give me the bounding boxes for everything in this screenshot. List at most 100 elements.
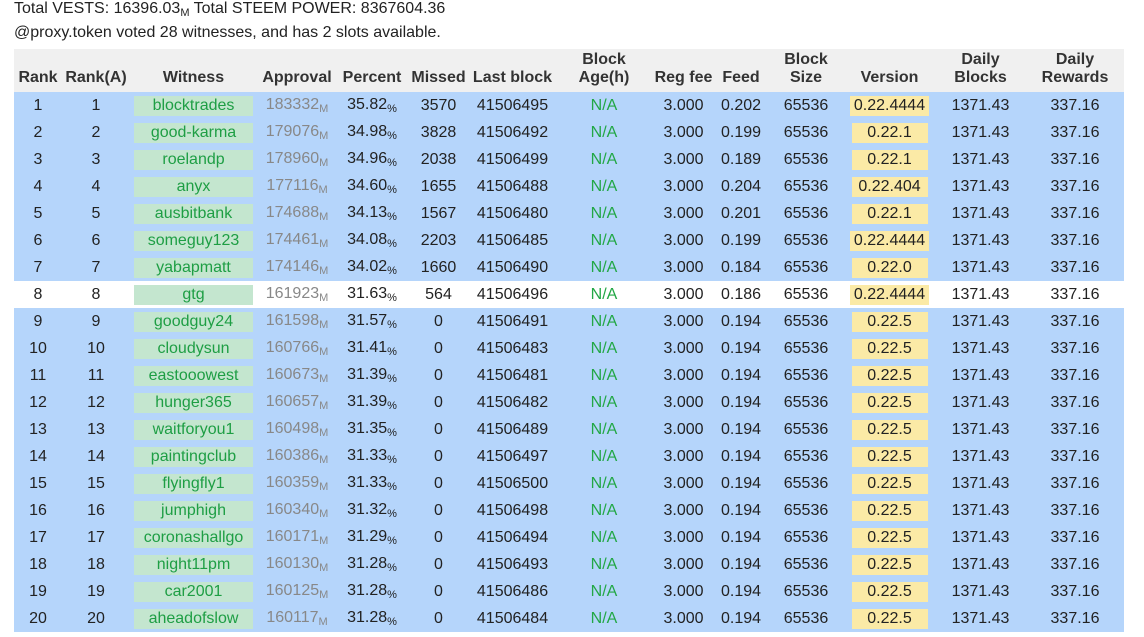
header-version[interactable]: Version bbox=[844, 49, 935, 92]
feed-cell: 0.194 bbox=[720, 447, 762, 465]
percent-unit: % bbox=[387, 211, 397, 223]
percent-unit: % bbox=[387, 481, 397, 493]
version-cell: 0.22.5 bbox=[844, 443, 935, 470]
header-last-block[interactable]: Last block bbox=[470, 49, 555, 92]
witness-name-link[interactable]: yabapmatt bbox=[134, 257, 253, 278]
reg-fee-cell: 3.000 bbox=[663, 231, 704, 249]
witness-name-link[interactable]: goodguy24 bbox=[134, 311, 253, 332]
feed-cell: 0.194 bbox=[720, 528, 762, 546]
witness-name-link[interactable]: flyingfly1 bbox=[134, 473, 253, 494]
block-age-cell: N/A bbox=[590, 123, 618, 141]
table-row: 8 8 gtg 161923M 31.63% 564 41506496 N/A 3.000 0.1… bbox=[14, 281, 1124, 308]
version-badge: 0.22.5 bbox=[851, 581, 928, 602]
table-body: 1 1 blocktrades 183332M 35.82% 3570 41506495 N/… bbox=[14, 92, 1124, 632]
daily-rewards-cell: 337.16 bbox=[1050, 231, 1100, 249]
witness-name-link[interactable]: car2001 bbox=[134, 581, 253, 602]
witness-name-link[interactable]: cloudysun bbox=[134, 338, 253, 359]
rank-cell: 4 bbox=[33, 177, 43, 195]
table-row: 9 9 goodguy24 161598M 31.57% 0 41506491 N/A 3.00… bbox=[14, 308, 1124, 335]
table-row: 3 3 roelandp 178960M 34.96% 2038 41506499 N/A 3.… bbox=[14, 146, 1124, 173]
witness-name-link[interactable]: aheadofslow bbox=[134, 608, 253, 629]
header-rank[interactable]: Rank bbox=[14, 49, 62, 92]
daily-rewards-cell: 337.16 bbox=[1050, 555, 1100, 573]
block-size-cell: 65536 bbox=[783, 204, 829, 222]
rank-cell: 6 bbox=[33, 231, 43, 249]
header-block-age[interactable]: Block Age(h) bbox=[555, 49, 653, 92]
rank-a-cell: 7 bbox=[91, 258, 101, 276]
percent-cell: 31.28% bbox=[337, 605, 407, 632]
approval-value: 179076 bbox=[265, 123, 320, 140]
witness-name-link[interactable]: night11pm bbox=[134, 554, 253, 575]
percent-unit: % bbox=[387, 184, 397, 196]
feed-cell: 0.194 bbox=[720, 501, 762, 519]
witness-name-link[interactable]: hunger365 bbox=[134, 392, 253, 413]
header-rank-a[interactable]: Rank(A) bbox=[62, 49, 130, 92]
witness-name-link[interactable]: jumphigh bbox=[134, 500, 253, 521]
approval-cell: 160657M bbox=[257, 389, 337, 416]
approval-value: 183332 bbox=[265, 96, 320, 113]
rank-a-cell: 15 bbox=[87, 474, 105, 492]
approval-cell: 161598M bbox=[257, 308, 337, 335]
witness-name-link[interactable]: good-karma bbox=[134, 122, 253, 143]
witness-name-link[interactable]: blocktrades bbox=[134, 95, 253, 116]
table-row: 2 2 good-karma 179076M 34.98% 3828 41506492 N/A… bbox=[14, 119, 1124, 146]
block-size-cell: 65536 bbox=[783, 393, 829, 411]
rank-a-cell: 9 bbox=[91, 312, 101, 330]
feed-cell: 0.202 bbox=[720, 96, 762, 114]
approval-cell: 177116M bbox=[257, 173, 337, 200]
approval-unit: M bbox=[319, 238, 329, 250]
witness-cell: paintingclub bbox=[130, 443, 257, 470]
percent-unit: % bbox=[387, 292, 397, 304]
version-badge: 0.22.5 bbox=[851, 446, 928, 467]
daily-rewards-cell: 337.16 bbox=[1050, 285, 1100, 303]
daily-blocks-cell: 1371.43 bbox=[951, 204, 1010, 222]
missed-cell: 0 bbox=[434, 501, 443, 519]
daily-rewards-cell: 337.16 bbox=[1050, 393, 1100, 411]
block-age-cell: N/A bbox=[590, 231, 618, 249]
rank-a-cell: 2 bbox=[91, 123, 101, 141]
witness-name-link[interactable]: ausbitbank bbox=[134, 203, 253, 224]
table-row: 16 16 jumphigh 160340M 31.32% 0 41506498 N/A 3.0… bbox=[14, 497, 1124, 524]
witness-name-link[interactable]: coronashallgo bbox=[134, 527, 253, 548]
header-reg-fee[interactable]: Reg fee bbox=[653, 49, 714, 92]
percent-unit: % bbox=[387, 427, 397, 439]
version-badge: 0.22.5 bbox=[851, 365, 928, 386]
witness-name-link[interactable]: eastooowest bbox=[134, 365, 253, 386]
header-daily-rewards[interactable]: Daily Rewards bbox=[1026, 49, 1124, 92]
witness-name-link[interactable]: paintingclub bbox=[134, 446, 253, 467]
feed-cell: 0.204 bbox=[720, 177, 762, 195]
reg-fee-cell: 3.000 bbox=[663, 312, 704, 330]
version-cell: 0.22.5 bbox=[844, 497, 935, 524]
approval-value: 177116 bbox=[266, 177, 319, 194]
witness-name-link[interactable]: someguy123 bbox=[134, 230, 253, 251]
approval-cell: 174461M bbox=[257, 227, 337, 254]
header-percent[interactable]: Percent bbox=[337, 49, 407, 92]
percent-value: 31.41 bbox=[347, 339, 388, 356]
witness-name-link[interactable]: waitforyou1 bbox=[134, 419, 253, 440]
header-missed[interactable]: Missed bbox=[407, 49, 470, 92]
table-row: 19 19 car2001 160125M 31.28% 0 41506486 N/A 3.00… bbox=[14, 578, 1124, 605]
header-block-size[interactable]: Block Size bbox=[768, 49, 844, 92]
block-size-cell: 65536 bbox=[783, 96, 829, 114]
missed-cell: 0 bbox=[434, 609, 443, 627]
witness-cell: goodguy24 bbox=[130, 308, 257, 335]
block-age-cell: N/A bbox=[590, 393, 618, 411]
header-feed[interactable]: Feed bbox=[714, 49, 768, 92]
feed-cell: 0.194 bbox=[720, 474, 762, 492]
percent-cell: 34.02% bbox=[337, 254, 407, 281]
version-badge: 0.22.5 bbox=[851, 500, 928, 521]
block-size-cell: 65536 bbox=[783, 609, 829, 627]
daily-blocks-cell: 1371.43 bbox=[951, 285, 1010, 303]
header-witness[interactable]: Witness bbox=[130, 49, 257, 92]
witness-name-link[interactable]: roelandp bbox=[134, 149, 253, 170]
percent-cell: 31.32% bbox=[337, 497, 407, 524]
header-daily-blocks[interactable]: Daily Blocks bbox=[935, 49, 1026, 92]
approval-value: 174461 bbox=[265, 231, 320, 248]
witness-name-link[interactable]: anyx bbox=[134, 176, 253, 197]
last-block-cell: 41506498 bbox=[476, 501, 549, 519]
witness-name-link[interactable]: gtg bbox=[134, 284, 253, 305]
last-block-cell: 41506483 bbox=[476, 339, 549, 357]
header-approval[interactable]: Approval bbox=[257, 49, 337, 92]
approval-value: 160117 bbox=[266, 609, 319, 626]
version-cell: 0.22.4444 bbox=[844, 281, 935, 308]
